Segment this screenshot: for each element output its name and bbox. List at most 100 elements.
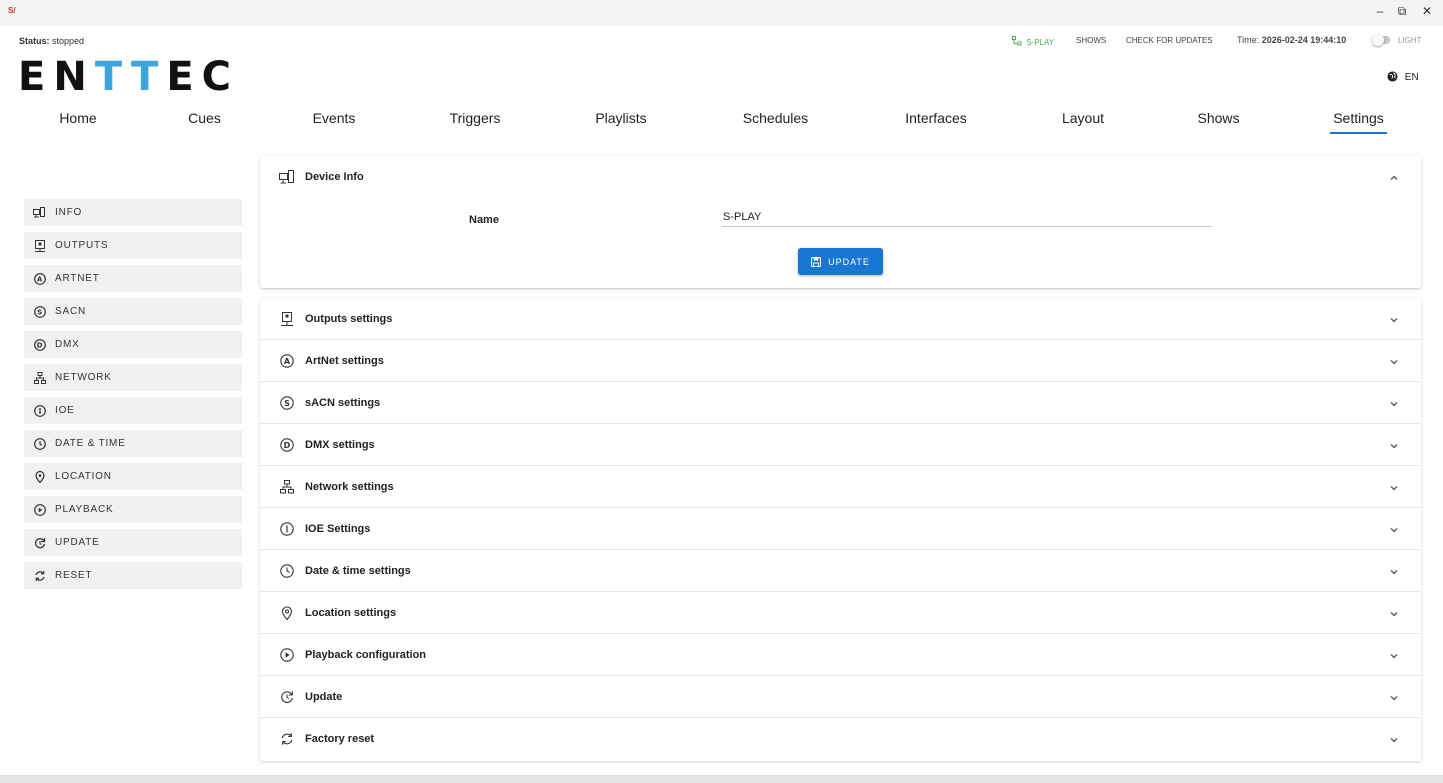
sidebar-item-playback[interactable]: PLAYBACK <box>24 496 242 523</box>
section-label: Network settings <box>305 480 394 493</box>
chevron-down-icon[interactable] <box>1389 441 1399 451</box>
svg-text:A: A <box>284 356 291 365</box>
section-network-settings[interactable]: Network settings <box>260 466 1421 508</box>
device-info-icon <box>33 206 46 219</box>
ioe-icon <box>279 521 295 537</box>
update-button[interactable]: UPDATE <box>798 248 883 275</box>
section-factory-reset[interactable]: Factory reset <box>260 718 1421 760</box>
nav-interfaces[interactable]: Interfaces <box>902 110 970 126</box>
section-location-settings[interactable]: Location settings <box>260 592 1421 634</box>
close-button[interactable]: ✕ <box>1417 4 1437 18</box>
splay-link[interactable]: S-PLAY <box>1012 36 1054 48</box>
nav-settings[interactable]: Settings <box>1330 110 1387 134</box>
section-label: IOE Settings <box>305 522 371 535</box>
chevron-down-icon[interactable] <box>1389 357 1399 367</box>
theme-toggle[interactable] <box>1372 34 1390 46</box>
chevron-down-icon[interactable] <box>1389 315 1399 325</box>
svg-text:D: D <box>284 440 291 449</box>
svg-text:S: S <box>37 308 43 316</box>
language-selector[interactable]: EN <box>1387 71 1419 83</box>
section-label: Factory reset <box>305 733 375 745</box>
section-update[interactable]: Update <box>260 676 1421 718</box>
name-label: Name <box>469 214 499 226</box>
language-label: EN <box>1404 72 1419 83</box>
section-label: DMX settings <box>305 438 375 451</box>
sidebar-item-label: NETWORK <box>55 372 112 383</box>
sidebar-item-label: UPDATE <box>55 537 100 548</box>
sidebar-item-date-time[interactable]: DATE & TIME <box>24 430 242 457</box>
nav-home[interactable]: Home <box>59 110 97 126</box>
section-label: ArtNet settings <box>305 354 384 367</box>
status-label: Status: <box>19 36 50 46</box>
time-label: Time: <box>1237 35 1260 45</box>
chevron-down-icon[interactable] <box>1389 525 1399 535</box>
chevron-down-icon[interactable] <box>1389 693 1399 703</box>
section-label: Location settings <box>305 606 397 619</box>
section-sacn-settings[interactable]: S sACN settings <box>260 382 1421 424</box>
device-info-title: Device Info <box>305 171 364 183</box>
nav-cues[interactable]: Cues <box>188 110 221 126</box>
logo-part-2: TT <box>94 54 167 100</box>
update-button-label: UPDATE <box>828 256 870 267</box>
sidebar-item-artnet[interactable]: A ARTNET <box>24 265 242 292</box>
sidebar-item-ioe[interactable]: IOE <box>24 397 242 424</box>
sidebar-item-label: DATE & TIME <box>55 438 126 449</box>
device-name-field[interactable] <box>722 207 1212 227</box>
sidebar-item-reset[interactable]: RESET <box>24 562 242 589</box>
sidebar-item-label: INFO <box>55 207 83 218</box>
shows-link[interactable]: SHOWS <box>1076 36 1106 48</box>
nav-shows[interactable]: Shows <box>1196 110 1241 126</box>
sidebar-item-label: SACN <box>55 306 86 317</box>
theme-label: LIGHT <box>1398 36 1422 45</box>
sidebar-item-location[interactable]: LOCATION <box>24 463 242 490</box>
check-for-updates-link[interactable]: CHECK FOR UPDATES <box>1126 36 1213 48</box>
nav-layout[interactable]: Layout <box>1060 110 1106 126</box>
network-icon <box>33 371 46 384</box>
enttec-logo: ENTTEC <box>18 54 239 100</box>
sidebar-item-label: RESET <box>55 570 93 581</box>
section-outputs-settings[interactable]: Outputs settings <box>260 298 1421 340</box>
device-info-header[interactable]: Device Info <box>260 156 1421 198</box>
chevron-down-icon[interactable] <box>1389 567 1399 577</box>
save-icon <box>811 256 822 267</box>
sidebar-item-outputs[interactable]: OUTPUTS <box>24 232 242 259</box>
time-display: Time: 2026-02-24 19:44:10 <box>1237 35 1346 47</box>
section-label: Playback configuration <box>305 648 427 661</box>
sidebar-item-network[interactable]: NETWORK <box>24 364 242 391</box>
maximize-button[interactable]: ⧉ <box>1392 4 1412 19</box>
play-circle-icon <box>33 503 46 516</box>
section-date-time-settings[interactable]: Date & time settings <box>260 550 1421 592</box>
nav-events[interactable]: Events <box>311 110 357 126</box>
sidebar-item-update[interactable]: UPDATE <box>24 529 242 556</box>
nav-triggers[interactable]: Triggers <box>448 110 502 126</box>
section-ioe-settings[interactable]: IOE Settings <box>260 508 1421 550</box>
nav-schedules[interactable]: Schedules <box>740 110 811 126</box>
section-artnet-settings[interactable]: A ArtNet settings <box>260 340 1421 382</box>
network-icon <box>279 479 295 495</box>
sidebar-item-label: ARTNET <box>55 273 100 284</box>
globe-icon <box>1387 71 1398 82</box>
chevron-down-icon[interactable] <box>1389 651 1399 661</box>
nav-playlists[interactable]: Playlists <box>592 110 650 126</box>
chevron-down-icon[interactable] <box>1389 735 1399 745</box>
device-info-icon <box>279 169 295 185</box>
sidebar-item-info[interactable]: INFO <box>24 199 242 226</box>
logo-part-3: EC <box>166 54 239 100</box>
section-playback-configuration[interactable]: Playback configuration <box>260 634 1421 676</box>
update-icon <box>33 536 46 549</box>
artnet-icon: A <box>279 353 295 369</box>
sidebar-item-dmx[interactable]: D DMX <box>24 331 242 358</box>
chevron-down-icon[interactable] <box>1389 399 1399 409</box>
section-dmx-settings[interactable]: D DMX settings <box>260 424 1421 466</box>
bottom-scroll-area <box>0 775 1443 783</box>
sidebar-item-sacn[interactable]: S SACN <box>24 298 242 325</box>
chevron-down-icon[interactable] <box>1389 609 1399 619</box>
section-label: sACN settings <box>305 396 381 409</box>
section-label: Outputs settings <box>305 312 393 325</box>
chevron-down-icon[interactable] <box>1389 483 1399 493</box>
chevron-up-icon[interactable] <box>1389 173 1399 183</box>
network-icon <box>1012 36 1022 46</box>
sacn-icon: S <box>33 305 46 318</box>
time-value: 2026-02-24 19:44:10 <box>1261 35 1347 45</box>
minimize-button[interactable]: – <box>1370 4 1390 18</box>
